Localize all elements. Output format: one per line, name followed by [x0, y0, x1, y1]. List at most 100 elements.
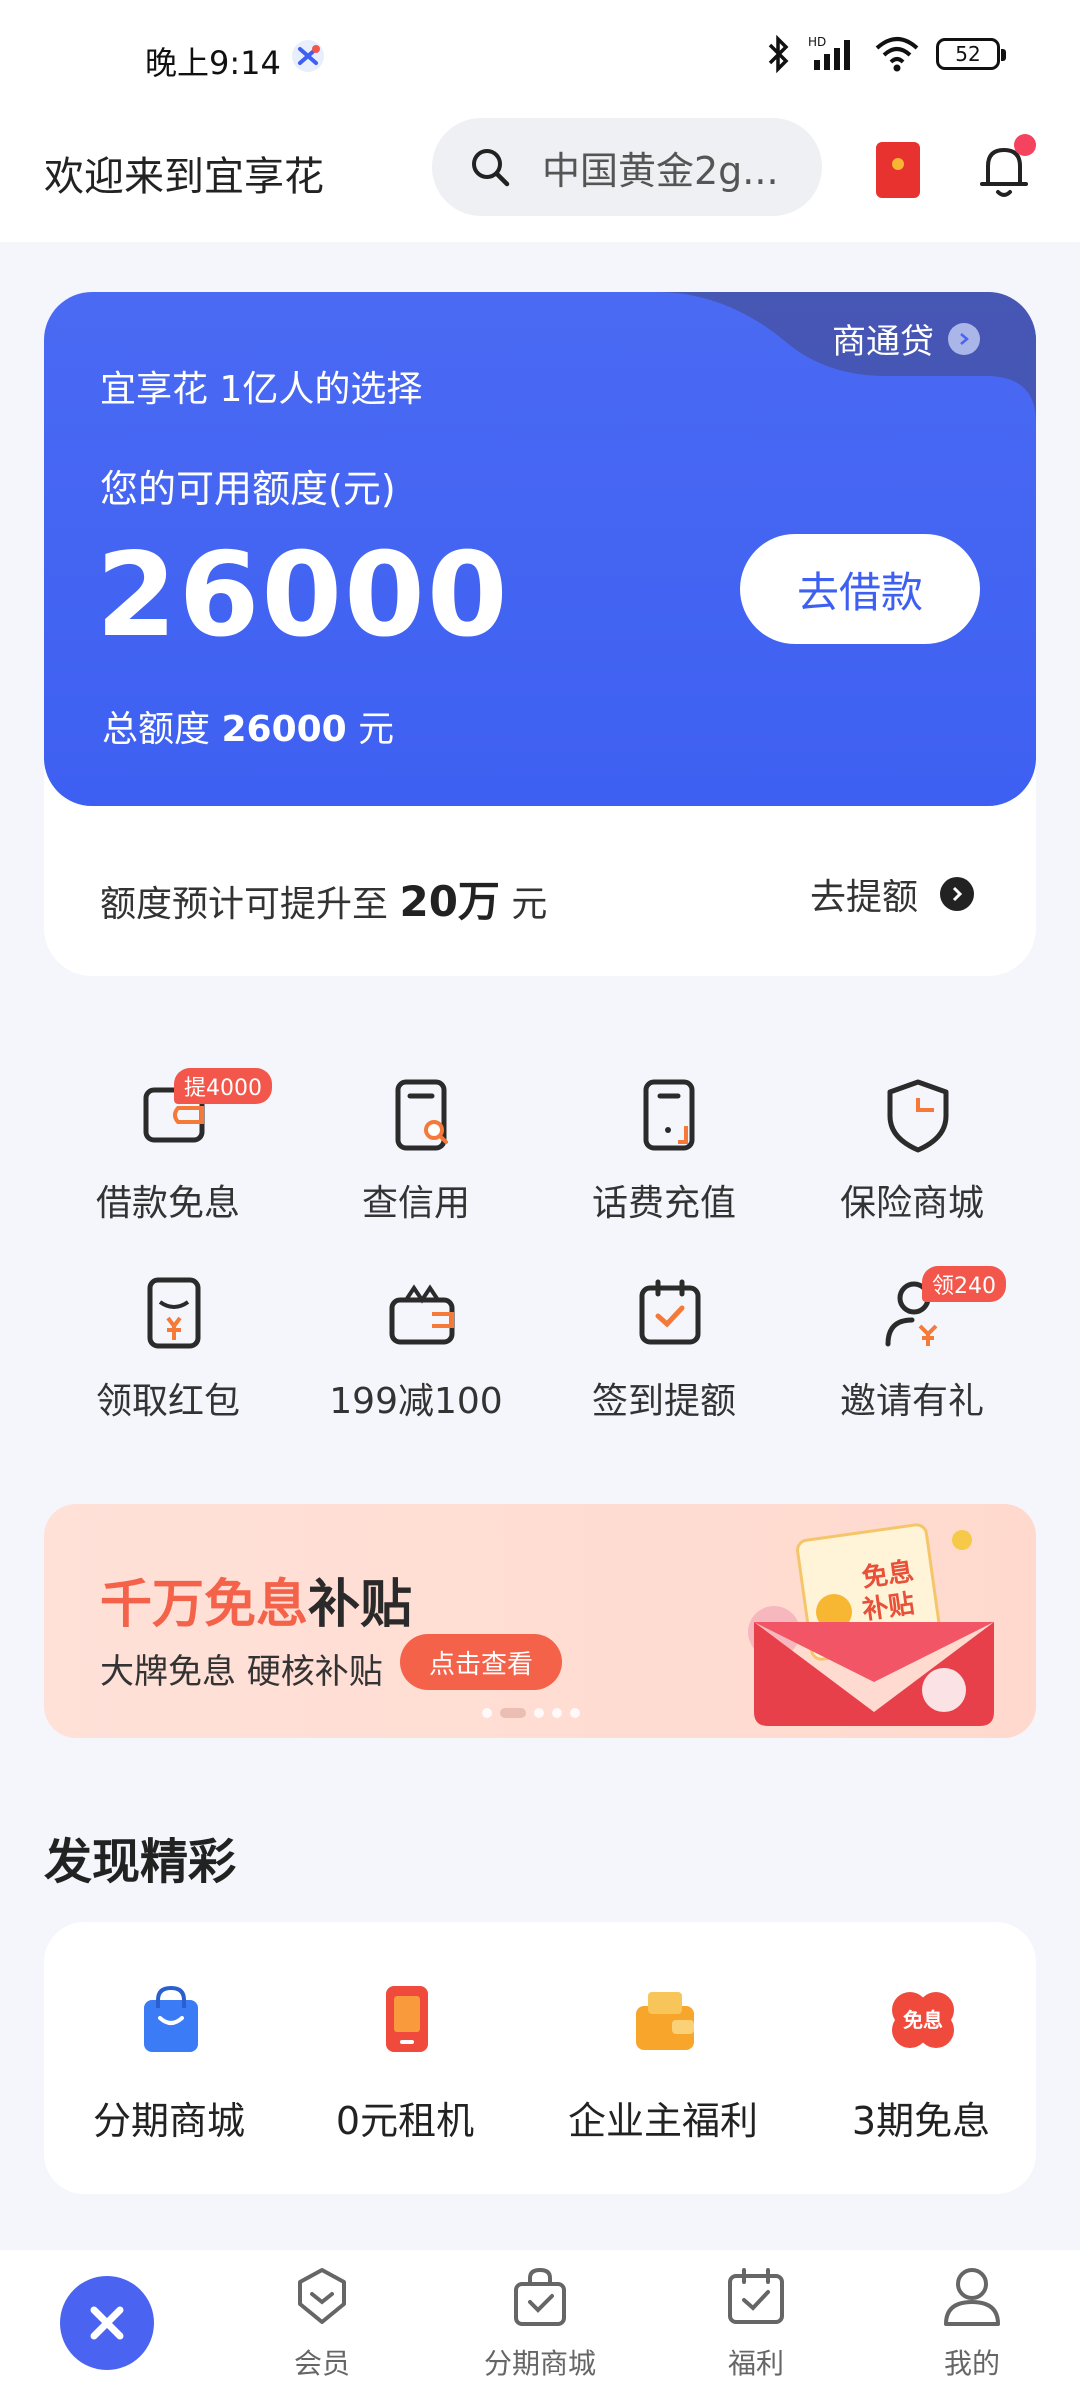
chevron-right-icon	[940, 877, 975, 911]
grid-label: 保险商城	[839, 1183, 984, 1224]
discover-label: 分期商城	[92, 2099, 245, 2143]
available-credit-label: 您的可用额度(元)	[100, 467, 396, 511]
interest-free-icon-text: 免息	[903, 2008, 943, 2032]
grid-item-insurance[interactable]: 保险商城	[788, 1076, 1036, 1226]
nav-label: 福利	[727, 2347, 784, 2380]
discover-label: 0元租机	[335, 2099, 475, 2143]
signal-icon: HD	[808, 35, 850, 70]
grid-label: 签到提额	[591, 1381, 736, 1422]
banner-title: 千万免息补贴	[100, 1562, 412, 1637]
available-credit-amount: 26000	[96, 528, 510, 663]
member-icon	[298, 2268, 346, 2324]
grid-item-checkin[interactable]: 签到提额	[540, 1274, 788, 1424]
promo-banner[interactable]: 千万免息补贴 大牌免息 硬核补贴 点击查看 免息 补贴	[44, 1504, 1036, 1738]
grid-item-discount[interactable]: 199减100	[292, 1274, 540, 1424]
grid-item-red-envelope[interactable]: 领取红包	[44, 1274, 292, 1424]
discover-item-rent-phone[interactable]: 0元租机	[280, 1982, 530, 2143]
wallet-gift-icon	[636, 1992, 694, 2050]
nav-label: 分期商城	[483, 2347, 596, 2380]
phone-recharge-icon	[643, 1079, 695, 1151]
banner-dot	[482, 1708, 492, 1718]
shopping-bag-icon	[144, 1985, 198, 2052]
interest-free-icon: 免息	[892, 1992, 954, 2048]
status-icons: HD 52	[766, 34, 1006, 74]
shangtong-label: 商通贷	[832, 322, 934, 362]
phone-icon	[386, 1986, 428, 2052]
discover-label: 3期免息	[851, 2099, 991, 2143]
raise-link-label: 去提额	[810, 877, 919, 918]
search-icon	[472, 149, 510, 187]
nav-home-button[interactable]	[60, 2276, 154, 2370]
banner-title-highlight: 千万免息	[100, 1575, 309, 1635]
total-credit: 总额度 26000 元	[102, 700, 394, 752]
discover-section-title: 发现精彩	[44, 1834, 237, 1890]
raise-prefix: 额度预计可提升至	[100, 884, 389, 925]
nav-profile[interactable]: 我的	[892, 2264, 1052, 2394]
raise-amount: 20万	[399, 877, 500, 926]
banner-subtitle: 大牌免息 硬核补贴	[100, 1652, 383, 1692]
nav-label: 我的	[943, 2347, 1000, 2380]
app-notification-icon	[292, 40, 324, 72]
banner-dot	[552, 1708, 562, 1718]
banner-view-button[interactable]: 点击查看	[400, 1634, 562, 1690]
red-envelope-icon	[147, 1277, 201, 1349]
grid-badge: 领240	[922, 1266, 1006, 1302]
battery-indicator: 52	[936, 38, 1006, 70]
discover-item-business-welfare[interactable]: 企业主福利	[538, 1982, 788, 2143]
grid-label: 查信用	[361, 1183, 470, 1224]
grid-label: 邀请有礼	[839, 1381, 984, 1422]
shield-icon	[887, 1079, 949, 1153]
red-packet-icon[interactable]	[876, 142, 920, 198]
banner-pagination	[482, 1708, 580, 1718]
tagline: 宜享花 1亿人的选择	[100, 369, 423, 410]
nav-welfare[interactable]: 福利	[676, 2264, 836, 2394]
grid-label: 话费充值	[591, 1183, 736, 1224]
gift-box-icon	[389, 1284, 455, 1345]
credit-search-icon	[395, 1079, 448, 1151]
profile-icon	[944, 2268, 1000, 2326]
shangtong-loan-link[interactable]: 商通贷	[832, 314, 980, 363]
credit-card: 商通贷 宜享花 1亿人的选择 您的可用额度(元) 26000 去借款 总额度 2…	[44, 292, 1036, 806]
mall-bag-icon	[514, 2267, 566, 2326]
total-credit-unit: 元	[358, 709, 395, 750]
wifi-icon	[875, 37, 919, 72]
nav-mall[interactable]: 分期商城	[460, 2264, 620, 2394]
banner-dot-active	[500, 1708, 526, 1718]
status-bar: 晚上9:14 HD 52	[0, 0, 1080, 110]
chevron-right-icon	[948, 322, 980, 355]
search-placeholder: 中国黄金2g...	[542, 148, 779, 193]
nav-member[interactable]: 会员	[242, 2264, 402, 2394]
grid-label: 借款免息	[95, 1183, 240, 1224]
raise-unit: 元	[511, 884, 548, 925]
calendar-check-icon	[639, 1279, 701, 1345]
banner-dot	[534, 1708, 544, 1718]
grid-item-phone-recharge[interactable]: 话费充值	[540, 1076, 788, 1226]
search-bar[interactable]: 中国黄金2g...	[432, 118, 822, 216]
raise-credit-link[interactable]: 去提额	[810, 868, 975, 920]
total-credit-prefix: 总额度	[102, 709, 211, 750]
grid-label: 199减100	[329, 1381, 503, 1422]
status-time: 晚上9:14	[145, 44, 281, 82]
discover-item-mall[interactable]: 分期商城	[44, 1982, 294, 2143]
bottom-nav: 会员 分期商城 福利 我的	[0, 2250, 1080, 2400]
notification-dot	[1014, 134, 1036, 156]
raise-estimate: 额度预计可提升至 20万 元	[100, 868, 547, 929]
svg-text:HD: HD	[808, 35, 826, 49]
welcome-title: 欢迎来到宜享花	[44, 154, 324, 200]
grid-item-credit-check[interactable]: 查信用	[292, 1076, 540, 1226]
discover-item-interest-free[interactable]: 免息 3期免息	[796, 1982, 1046, 2143]
subsidy-envelope-illustration: 免息 补贴	[748, 1523, 994, 1726]
total-credit-amount: 26000	[221, 709, 347, 750]
calendar-welfare-icon	[728, 2268, 784, 2324]
grid-badge: 提4000	[174, 1068, 272, 1104]
borrow-button[interactable]: 去借款	[740, 534, 980, 644]
bluetooth-icon	[768, 34, 789, 74]
battery-level: 52	[955, 42, 981, 66]
top-header: 欢迎来到宜享花 中国黄金2g...	[0, 110, 1080, 242]
discover-label: 企业主福利	[567, 2099, 758, 2143]
nav-label: 会员	[293, 2347, 350, 2380]
grid-label: 领取红包	[95, 1381, 240, 1422]
banner-title-rest: 补贴	[308, 1575, 413, 1635]
banner-dot	[570, 1708, 580, 1718]
home-logo-icon	[90, 2306, 124, 2340]
